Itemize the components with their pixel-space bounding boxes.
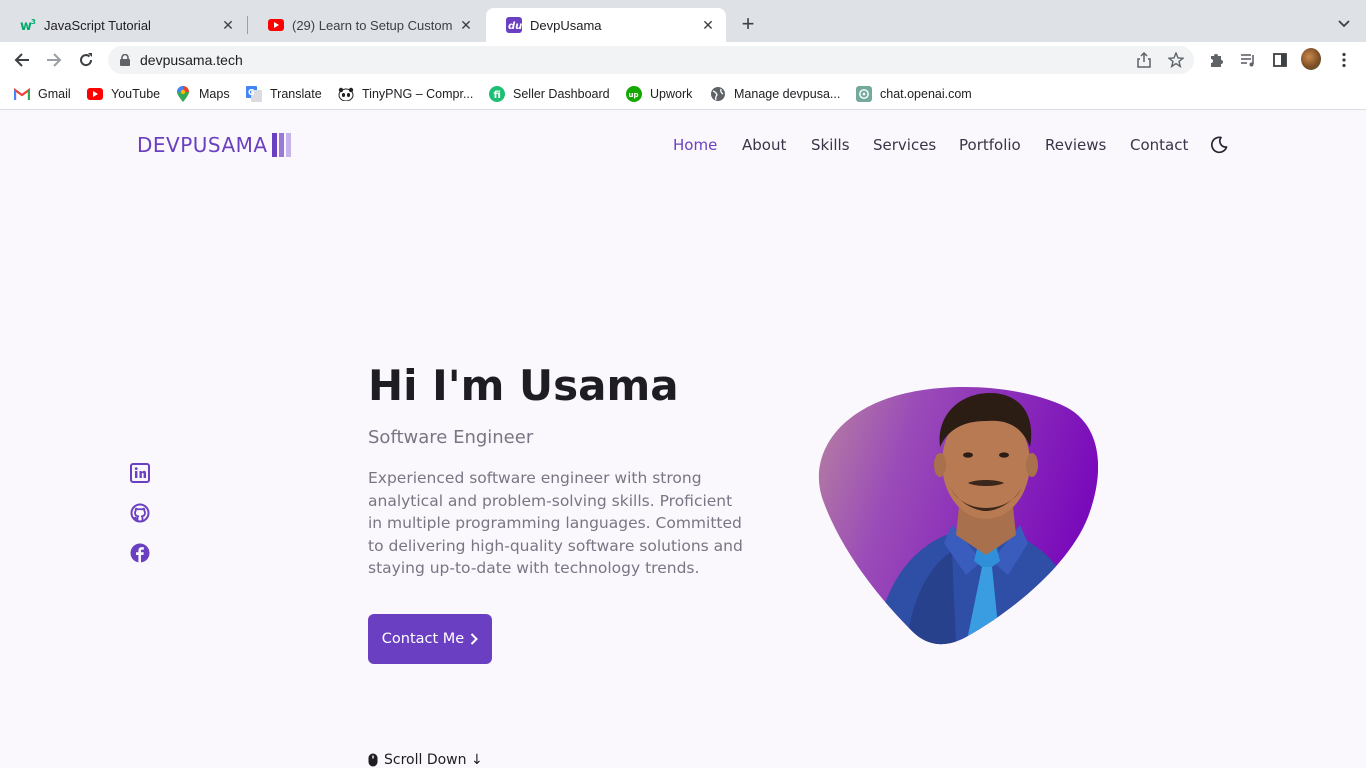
bookmark-label: TinyPNG – Compr... [362,87,474,101]
profile-photo-blob [816,385,1098,645]
bookmarks-bar: Gmail YouTube Maps G Translate TinyPNG –… [0,78,1366,110]
bookmark-youtube[interactable]: YouTube [87,84,160,104]
lock-icon [120,54,130,66]
contact-me-button[interactable]: Contact Me [368,614,492,664]
nav-services[interactable]: Services [873,136,936,156]
seller-dashboard-icon: fi [489,86,505,102]
tab-title: JavaScript Tutorial [44,17,151,33]
bookmark-label: Seller Dashboard [513,87,610,101]
close-icon[interactable]: ✕ [220,17,236,33]
bookmark-chat-openai[interactable]: chat.openai.com [856,84,972,104]
nav-reviews[interactable]: Reviews [1045,136,1106,156]
svg-text:up: up [629,91,639,99]
new-tab-button[interactable]: + [736,11,760,36]
bookmark-tinypng[interactable]: TinyPNG – Compr... [338,84,473,104]
bookmark-maps[interactable]: Maps [175,84,230,104]
svg-text:fi: fi [494,90,501,101]
browser-toolbar: devpusama.tech [0,42,1366,78]
svg-text:3: 3 [31,18,36,26]
tab-youtube[interactable]: (29) Learn to Setup Custom Th ✕ [248,8,484,42]
side-panel-icon[interactable] [1270,50,1290,70]
github-icon[interactable] [130,503,152,525]
linkedin-icon[interactable] [130,463,152,485]
bookmark-star-icon[interactable] [1166,50,1186,70]
openai-icon [856,86,872,102]
reload-icon [80,53,93,67]
scroll-down-label: Scroll Down ↓ [384,752,483,768]
bookmark-label: Gmail [38,87,71,101]
chevron-right-icon [470,633,479,645]
theme-toggle-moon-icon[interactable] [1210,136,1230,156]
tab-strip: w3 JavaScript Tutorial ✕ (29) Learn to S… [0,0,1366,42]
bookmark-translate[interactable]: G Translate [246,84,322,104]
w3schools-icon: w3 [20,17,36,33]
back-button[interactable] [10,48,34,72]
bookmark-label: Maps [199,87,230,101]
tinypng-panda-icon [338,86,354,102]
site-logo[interactable]: DEVPUSAMA [137,133,293,157]
translate-icon: G [246,86,262,102]
nav-contact[interactable]: Contact [1130,136,1188,156]
reload-button[interactable] [74,48,98,72]
url-text: devpusama.tech [140,52,243,68]
hero-subtitle: Software Engineer [368,427,534,448]
bookmark-gmail[interactable]: Gmail [14,84,71,104]
bookmark-label: Upwork [650,87,693,101]
tab-title: DevpUsama [530,17,602,33]
nav-about[interactable]: About [742,136,786,156]
nav-home[interactable]: Home [673,136,717,156]
arrow-left-icon [14,53,29,67]
tab-search-chevron-down-icon[interactable] [1334,14,1354,34]
page-viewport: DEVPUSAMA Home About Skills Services Por… [0,111,1366,768]
bookmark-label: Translate [270,87,322,101]
mouse-icon [368,753,378,767]
bookmark-label: YouTube [111,87,161,101]
close-icon[interactable]: ✕ [700,17,716,33]
nav-portfolio[interactable]: Portfolio [959,136,1021,156]
arrow-right-icon [47,53,62,67]
address-bar[interactable]: devpusama.tech [108,46,1194,74]
gmail-icon [14,86,30,102]
bookmark-manage-devpusama[interactable]: Manage devpusa... [710,84,840,104]
hero-description: Experienced software engineer with stron… [368,469,743,577]
bookmark-upwork[interactable]: up Upwork [626,84,692,104]
tab-title: (29) Learn to Setup Custom Th [292,17,452,33]
maps-icon [175,86,191,102]
svg-text:G: G [248,88,255,97]
upwork-icon: up [626,86,642,102]
bookmark-label: chat.openai.com [880,87,972,101]
tab-devpusama[interactable]: du DevpUsama ✕ [486,8,726,42]
logo-text: DEVPUSAMA [137,133,268,157]
youtube-icon [87,86,103,102]
contact-me-label: Contact Me [381,631,465,647]
youtube-icon [268,17,284,33]
profile-avatar[interactable] [1301,48,1321,70]
bookmark-label: Manage devpusa... [734,87,841,101]
svg-text:du: du [508,21,522,32]
media-queue-icon[interactable] [1238,50,1258,70]
scroll-down-link[interactable]: Scroll Down ↓ [368,752,483,768]
extensions-puzzle-icon[interactable] [1206,50,1226,70]
hero-title: Hi I'm Usama [368,361,679,410]
forward-button[interactable] [42,48,66,72]
avatar [1301,48,1321,70]
close-icon[interactable]: ✕ [458,17,474,33]
tab-javascript-tutorial[interactable]: w3 JavaScript Tutorial ✕ [0,8,246,42]
facebook-icon[interactable] [130,543,152,565]
bookmark-seller-dashboard[interactable]: fi Seller Dashboard [489,84,610,104]
globe-icon [710,86,726,102]
browser-menu-icon[interactable] [1334,50,1354,70]
devpusama-favicon-icon: du [506,17,522,33]
logo-bars-icon [271,133,293,157]
nav-skills[interactable]: Skills [811,136,850,156]
share-icon[interactable] [1134,50,1154,70]
